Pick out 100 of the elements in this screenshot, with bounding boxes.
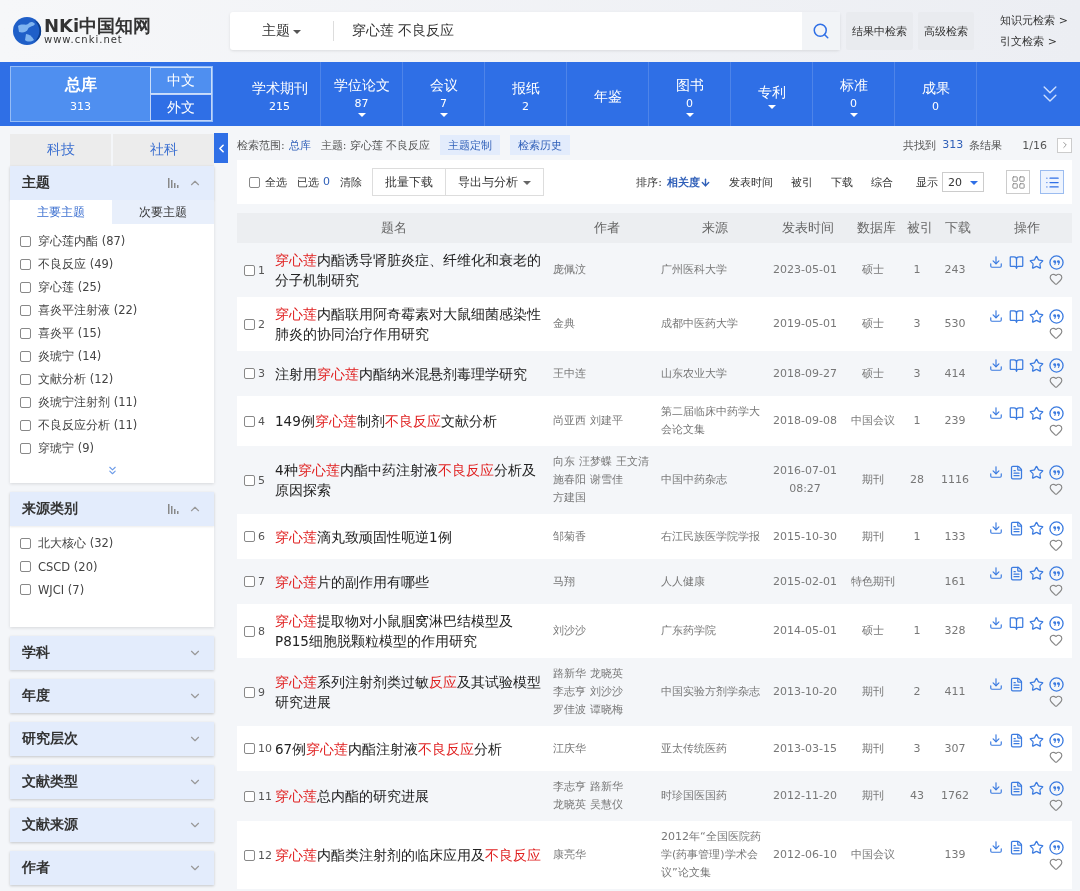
select-all-label[interactable]: 全选 (265, 174, 287, 190)
author-name[interactable]: 李志亨 (553, 778, 586, 796)
result-title[interactable]: 穿心莲系列注射剂类过敏反应及其试验模型研究进展 (275, 672, 553, 712)
quote-icon[interactable] (1049, 566, 1064, 581)
heart-icon[interactable] (1049, 632, 1063, 647)
database-tab[interactable]: 总库 313 中文 外文 (10, 66, 213, 122)
star-icon[interactable] (1029, 405, 1044, 421)
database-tab[interactable]: 会议 7 (403, 62, 485, 126)
checkbox[interactable] (244, 368, 255, 379)
document-icon[interactable] (1009, 566, 1024, 581)
heart-icon[interactable] (1049, 271, 1063, 286)
filter-option[interactable]: 不良反应 (49) (38, 257, 114, 272)
author-name[interactable]: 刘建平 (590, 412, 623, 430)
heart-icon[interactable] (1049, 583, 1063, 597)
book-icon[interactable] (1009, 254, 1024, 270)
chart-icon[interactable] (168, 504, 180, 514)
author-name[interactable]: 刘沙沙 (553, 622, 586, 640)
author-name[interactable]: 马翔 (553, 572, 575, 591)
author-name[interactable]: 邹菊香 (553, 527, 586, 546)
heart-icon[interactable] (1049, 750, 1063, 764)
document-icon[interactable] (1009, 521, 1024, 536)
download-icon[interactable] (989, 464, 1003, 479)
star-icon[interactable] (1029, 780, 1044, 796)
filter-group-header[interactable]: 文献来源 (10, 808, 214, 842)
author-name[interactable]: 庞佩汶 (553, 261, 586, 279)
download-icon[interactable] (989, 780, 1003, 795)
source-cell[interactable]: 广州医科大学 (661, 261, 769, 279)
document-icon[interactable] (1009, 676, 1024, 692)
checkbox[interactable] (20, 282, 31, 293)
checkbox[interactable] (244, 743, 255, 754)
author-name[interactable]: 谢雪佳 (590, 471, 623, 489)
download-icon[interactable] (989, 358, 1003, 372)
author-name[interactable]: 施春阳 (553, 471, 586, 489)
heart-icon[interactable] (1049, 325, 1063, 340)
filter-option[interactable]: 喜炎平 (15) (38, 326, 102, 341)
search-link[interactable]: 引文检索 > (1000, 34, 1068, 49)
author-name[interactable]: 王中连 (553, 364, 586, 383)
author-name[interactable]: 王文清 (616, 453, 649, 471)
author-name[interactable]: 汪梦蝶 (579, 453, 612, 471)
author-name[interactable]: 路新华 (590, 778, 623, 796)
author-name[interactable]: 龙晓英 (553, 796, 586, 814)
checkbox[interactable] (20, 351, 31, 362)
author-name[interactable]: 吴慧仪 (590, 796, 623, 814)
heart-icon[interactable] (1049, 422, 1063, 437)
download-icon[interactable] (989, 308, 1003, 323)
clear-link[interactable]: 清除 (340, 174, 362, 190)
source-cell[interactable]: 人人健康 (661, 572, 769, 591)
download-icon[interactable] (989, 521, 1003, 535)
star-icon[interactable] (1029, 615, 1044, 631)
checkbox[interactable] (20, 443, 31, 454)
filter-option[interactable]: CSCD (20) (38, 559, 98, 574)
subtopic-tab[interactable]: 次要主题 (112, 200, 214, 224)
heart-icon[interactable] (1049, 693, 1063, 708)
author-name[interactable]: 康亮华 (553, 846, 586, 864)
category-tab[interactable]: 科技 (10, 134, 111, 166)
author-name[interactable]: 尚亚西 (553, 412, 586, 430)
source-cell[interactable]: 第二届临床中药学大会论文集 (661, 403, 769, 439)
list-view-button[interactable] (1040, 170, 1064, 194)
language-button[interactable]: 外文 (150, 94, 212, 121)
heart-icon[interactable] (1049, 797, 1063, 812)
sort-option[interactable]: 发表时间 (724, 174, 778, 190)
sort-option[interactable]: 下载 (826, 174, 858, 190)
star-icon[interactable] (1029, 733, 1044, 748)
checkbox[interactable] (244, 474, 255, 486)
star-icon[interactable] (1029, 521, 1044, 536)
source-cell[interactable]: 右江民族医学院学报 (661, 527, 769, 546)
checkbox[interactable] (244, 849, 255, 861)
download-icon[interactable] (989, 405, 1003, 420)
heart-icon[interactable] (1049, 538, 1063, 552)
author-name[interactable]: 江庆华 (553, 739, 586, 758)
search-link[interactable]: 知识元检索 > (1000, 13, 1068, 28)
checkbox[interactable] (244, 531, 255, 542)
collapse-button[interactable] (214, 133, 228, 163)
book-icon[interactable] (1009, 405, 1024, 421)
filter-group-header[interactable]: 来源类别 (10, 492, 214, 526)
filter-group-header[interactable]: 研究层次 (10, 722, 214, 756)
quote-icon[interactable] (1049, 733, 1064, 748)
filter-group-header[interactable]: 文献类型 (10, 765, 214, 799)
document-icon[interactable] (1009, 780, 1024, 796)
star-icon[interactable] (1029, 308, 1044, 324)
database-tab[interactable]: 报纸 2 (485, 62, 567, 126)
result-title[interactable]: 穿心莲滴丸致顽固性呃逆1例 (275, 526, 553, 547)
heart-icon[interactable] (1049, 856, 1063, 871)
result-title[interactable]: 67例穿心莲内酯注射液不良反应分析 (275, 738, 553, 759)
heart-icon[interactable] (1049, 375, 1063, 389)
author-name[interactable]: 向东 (553, 453, 575, 471)
filter-option[interactable]: 穿琥宁 (9) (38, 441, 94, 456)
result-title[interactable]: 穿心莲内酯类注射剂的临床应用及不良反应 (275, 845, 553, 865)
quote-icon[interactable] (1049, 308, 1064, 324)
filter-option[interactable]: 穿心莲内酯 (87) (38, 234, 126, 249)
checkbox[interactable] (244, 625, 255, 637)
download-icon[interactable] (989, 676, 1003, 691)
database-tab[interactable]: 成果 0 (895, 62, 977, 126)
download-icon[interactable] (989, 839, 1003, 854)
database-tab[interactable]: 图书 0 (649, 62, 731, 126)
filter-group-header[interactable]: 学科 (10, 636, 214, 670)
search-tag-button[interactable]: 主题定制 (440, 135, 501, 155)
result-title[interactable]: 穿心莲片的副作用有哪些 (275, 571, 553, 592)
search-button[interactable] (802, 12, 841, 50)
language-button[interactable]: 中文 (150, 67, 212, 94)
